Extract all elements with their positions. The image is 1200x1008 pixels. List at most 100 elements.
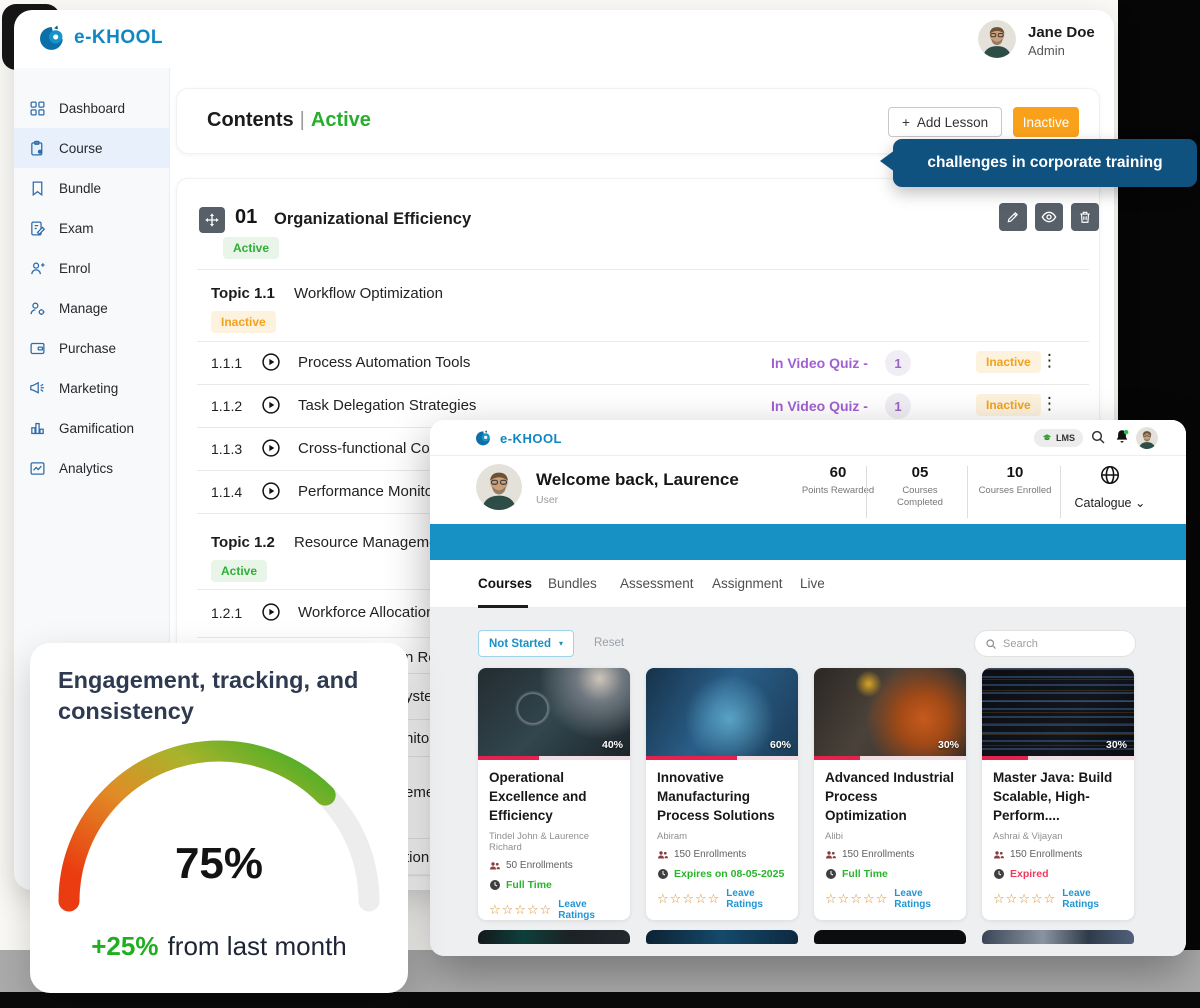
course-card-body: Operational Excellence and Efficiency Ti… <box>478 760 630 921</box>
tab-assignment[interactable]: Assignment <box>712 576 783 591</box>
delete-button[interactable] <box>1071 203 1099 231</box>
people-icon <box>489 860 501 872</box>
course-card[interactable]: 30% Master Java: Build Scalable, High-Pe… <box>982 668 1134 920</box>
leave-ratings-link[interactable]: Leave Ratings <box>894 888 955 910</box>
tab-live[interactable]: Live <box>800 576 825 591</box>
row-title: Task Delegation Strategies <box>298 397 476 414</box>
search-input[interactable] <box>1003 638 1113 650</box>
rating-stars[interactable]: ☆☆☆☆☆ <box>489 902 552 918</box>
analytics-icon <box>29 460 46 477</box>
add-lesson-button[interactable]: + Add Lesson <box>888 107 1002 137</box>
marketing-icon <box>29 380 46 397</box>
sidebar-item-course[interactable]: Course <box>14 128 169 168</box>
sidebar-item-label: Enrol <box>59 261 91 276</box>
course-thumbnail: 60% <box>646 668 798 756</box>
leave-ratings-link[interactable]: Leave Ratings <box>558 899 619 921</box>
pencil-icon <box>1006 210 1020 224</box>
catalogue-label: Catalogue ⌄ <box>1062 495 1158 510</box>
enrol-icon <box>29 260 46 277</box>
course-thumbnail: 30% <box>814 668 966 756</box>
search-icon <box>985 638 997 650</box>
add-lesson-label: Add Lesson <box>917 115 988 130</box>
next-row-card-strip <box>478 930 630 944</box>
people-icon <box>657 849 669 861</box>
stat-courses-completed: 05 Courses Completed <box>882 464 958 510</box>
sidebar-item-manage[interactable]: Manage <box>14 288 169 328</box>
quiz-label: In Video Quiz - <box>771 355 868 371</box>
course-card[interactable]: 60% Innovative Manufacturing Process Sol… <box>646 668 798 920</box>
catalogue-menu[interactable]: Catalogue ⌄ <box>1062 464 1158 510</box>
tab-assessment[interactable]: Assessment <box>620 576 694 591</box>
page-title-divider: | <box>294 109 311 131</box>
play-icon[interactable] <box>261 481 281 501</box>
clock-icon <box>825 868 837 880</box>
enrollments: 150 Enrollments <box>674 849 746 860</box>
topic-status-badge: Active <box>211 560 267 582</box>
sidebar-item-dashboard[interactable]: Dashboard <box>14 88 169 128</box>
search-box[interactable] <box>974 630 1136 657</box>
play-icon[interactable] <box>261 395 281 415</box>
stat-value: 60 <box>800 464 876 481</box>
status-filter-dropdown[interactable]: Not Started ▾ <box>478 630 574 657</box>
course-card[interactable]: 40% Operational Excellence and Efficienc… <box>478 668 630 920</box>
course-title: Operational Excellence and Efficiency <box>489 769 619 826</box>
tab-courses[interactable]: Courses <box>478 576 532 591</box>
tooltip-bubble: challenges in corporate training <box>893 139 1197 187</box>
rating-stars[interactable]: ☆☆☆☆☆ <box>993 891 1056 907</box>
course-duration: Expires on 08-05-2025 <box>674 868 784 880</box>
play-icon[interactable] <box>261 352 281 372</box>
bell-icon[interactable] <box>1113 428 1131 446</box>
lesson-title: Organizational Efficiency <box>274 210 471 229</box>
course-card[interactable]: 30% Advanced Industrial Process Optimiza… <box>814 668 966 920</box>
row-title: Process Automation Tools <box>298 354 470 371</box>
rating-stars[interactable]: ☆☆☆☆☆ <box>825 891 888 907</box>
rating-stars[interactable]: ☆☆☆☆☆ <box>657 891 720 907</box>
search-icon[interactable] <box>1090 429 1106 445</box>
progress-percent: 30% <box>1106 739 1127 751</box>
play-icon[interactable] <box>261 602 281 622</box>
course-title: Master Java: Build Scalable, High-Perfor… <box>993 769 1123 826</box>
course-title: Advanced Industrial Process Optimization <box>825 769 955 826</box>
play-icon[interactable] <box>261 438 281 458</box>
portal-header: e-KHOOL LMS <box>430 420 1186 456</box>
sidebar-item-marketing[interactable]: Marketing <box>14 368 169 408</box>
quiz-label: In Video Quiz - <box>771 398 868 414</box>
edit-button[interactable] <box>999 203 1027 231</box>
chevron-down-icon: ⌄ <box>1135 496 1145 510</box>
tab-bundles[interactable]: Bundles <box>548 576 597 591</box>
drag-handle-button[interactable] <box>199 207 225 233</box>
row-menu-button[interactable]: ⋮ <box>1041 352 1058 369</box>
tab-bar: Courses Bundles Assessment Assignment Li… <box>430 560 1186 608</box>
stat-label: Points Rewarded <box>800 485 876 497</box>
sidebar-item-analytics[interactable]: Analytics <box>14 448 169 488</box>
row-status-badge: Inactive <box>976 394 1041 416</box>
people-icon <box>993 849 1005 861</box>
course-card-body: Advanced Industrial Process Optimization… <box>814 760 966 910</box>
leave-ratings-link[interactable]: Leave Ratings <box>1062 888 1123 910</box>
inactive-toggle-button[interactable]: Inactive <box>1013 107 1079 137</box>
topic-title: Resource Manageme <box>294 534 437 551</box>
enrollments: 150 Enrollments <box>842 849 914 860</box>
sidebar-item-exam[interactable]: Exam <box>14 208 169 248</box>
reset-link[interactable]: Reset <box>594 637 624 649</box>
page-title: Contents|Active <box>207 109 371 132</box>
avatar[interactable] <box>1136 427 1158 449</box>
brand-logo-icon <box>40 25 66 51</box>
row-menu-button[interactable]: ⋮ <box>1041 395 1058 412</box>
globe-icon <box>1099 464 1121 486</box>
lesson-status-badge: Active <box>223 237 279 259</box>
leave-ratings-link[interactable]: Leave Ratings <box>726 888 787 910</box>
sidebar-item-purchase[interactable]: Purchase <box>14 328 169 368</box>
sidebar-item-label: Marketing <box>59 381 118 396</box>
row-number: 1.2.1 <box>211 605 242 621</box>
row-status-badge: Inactive <box>976 351 1041 373</box>
sidebar-item-bundle[interactable]: Bundle <box>14 168 169 208</box>
row-title-fragment: tion <box>405 849 429 866</box>
purchase-icon <box>29 340 46 357</box>
avatar[interactable] <box>978 20 1016 58</box>
sidebar-item-enrol[interactable]: Enrol <box>14 248 169 288</box>
row-title: Performance Monito <box>298 483 433 500</box>
sidebar-item-gamification[interactable]: Gamification <box>14 408 169 448</box>
view-button[interactable] <box>1035 203 1063 231</box>
lms-badge[interactable]: LMS <box>1034 429 1083 447</box>
